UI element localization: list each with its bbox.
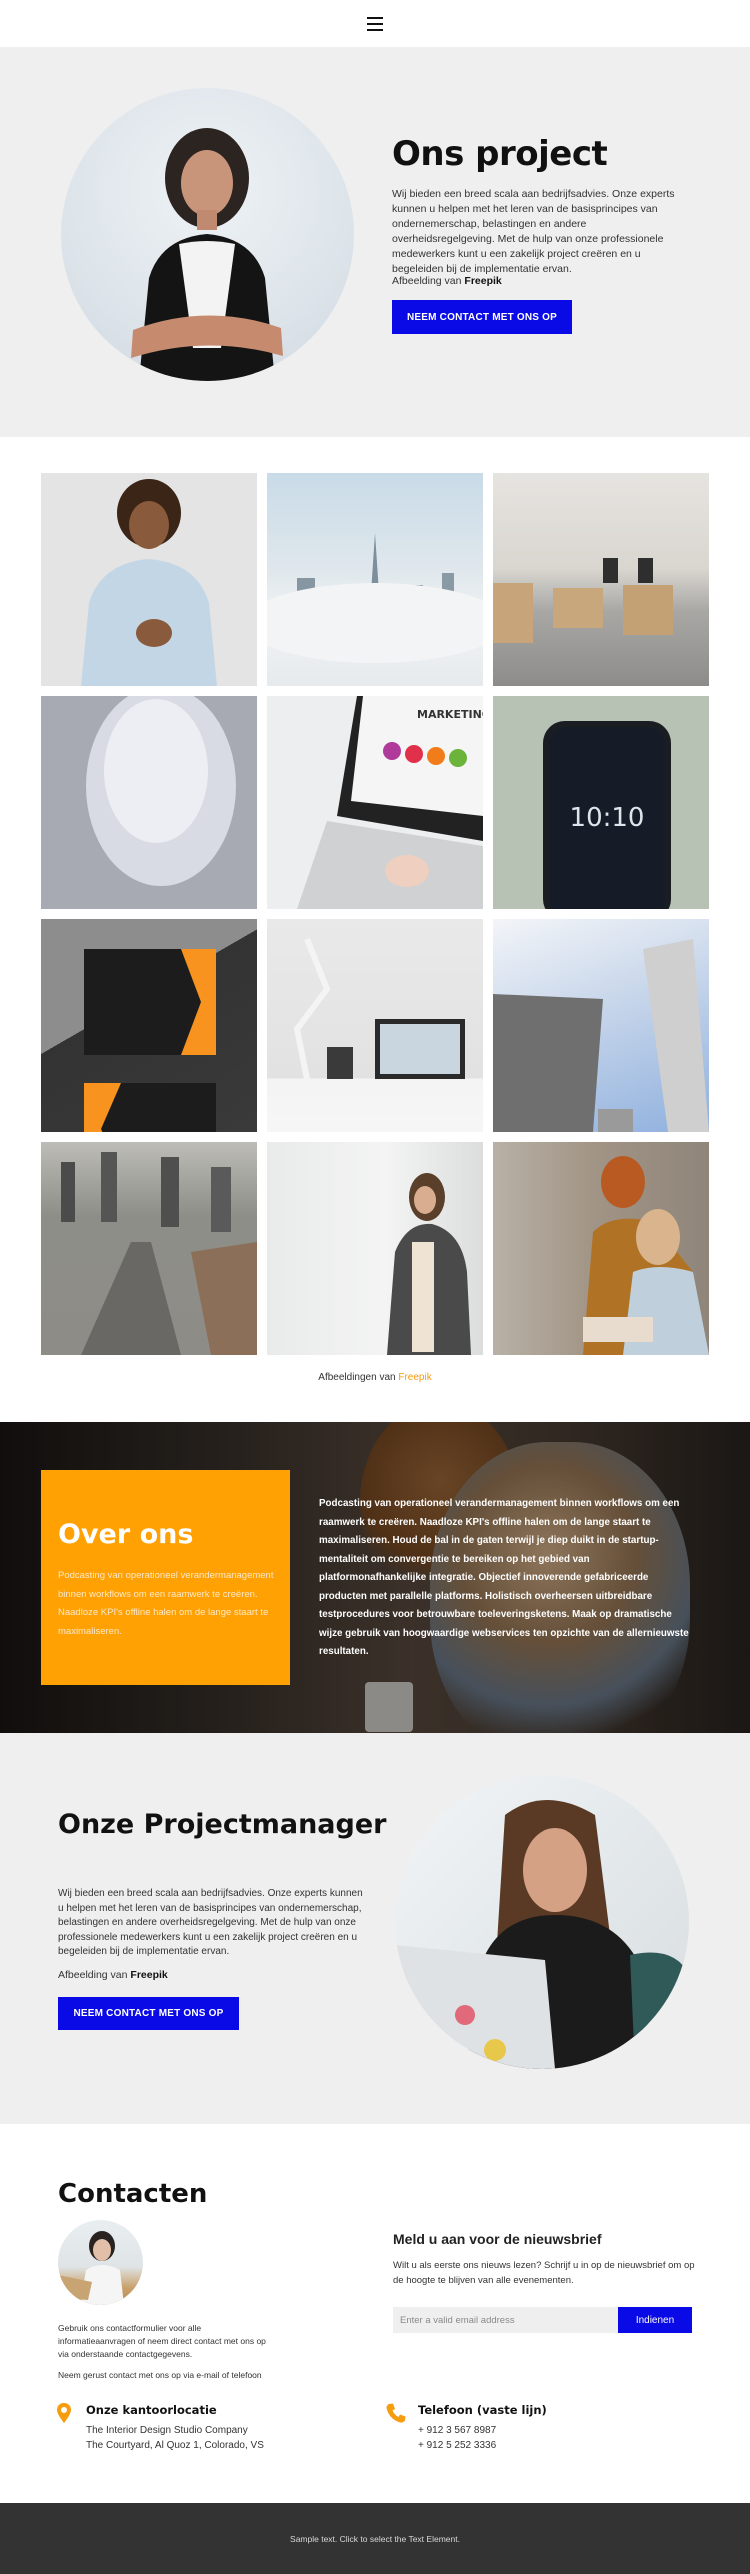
gallery-section: MARKETING 10:10 bbox=[0, 437, 750, 1422]
credit-prefix: Afbeeldingen van bbox=[318, 1372, 396, 1383]
office-address-line: The Courtyard, Al Quoz 1, Colorado, VS bbox=[86, 2440, 264, 2451]
highway-illustration bbox=[61, 1152, 257, 1355]
office-address-line: The Interior Design Studio Company bbox=[86, 2425, 248, 2436]
smiling-man-illustration bbox=[81, 479, 217, 686]
gallery-image-laptop-marketing[interactable]: MARKETING bbox=[267, 696, 483, 909]
hero-contact-button[interactable]: NEEM CONTACT MET ONS OP bbox=[392, 300, 572, 334]
contacts-section: Contacten Gebruik ons contactformulier v… bbox=[0, 2124, 750, 2503]
site-header bbox=[0, 0, 750, 47]
manager-title: Onze Projectmanager bbox=[58, 1809, 387, 1840]
credit-link[interactable]: Freepik bbox=[130, 1969, 167, 1981]
gallery-image-business-cards[interactable] bbox=[41, 919, 257, 1132]
newsletter-description: Wilt u als eerste ons nieuws lezen? Schr… bbox=[393, 2260, 695, 2286]
gallery-image-smartphone[interactable]: 10:10 bbox=[493, 696, 709, 909]
contacts-note: Neem gerust contact met ons op via e-mai… bbox=[58, 2370, 262, 2380]
contact-avatar bbox=[58, 2220, 143, 2305]
staircase-illustration bbox=[86, 696, 236, 886]
newsletter-form: Indienen bbox=[393, 2307, 692, 2333]
hero-description: Wij bieden een breed scala aan bedrijfsa… bbox=[392, 188, 675, 275]
skyscrapers-illustration bbox=[493, 939, 709, 1132]
image-gallery-grid: MARKETING 10:10 bbox=[41, 473, 709, 1355]
about-card-text: Podcasting van operationeel verandermana… bbox=[58, 1570, 274, 1637]
phone-number[interactable]: + 912 3 567 8987 bbox=[418, 2425, 496, 2436]
smartphone-illustration: 10:10 bbox=[543, 721, 671, 909]
skyline-illustration bbox=[267, 533, 483, 663]
gallery-image-desk-lamp[interactable] bbox=[267, 919, 483, 1132]
phone-title: Telefoon (vaste lijn) bbox=[418, 2403, 547, 2417]
about-card: Over ons Podcasting van operationeel ver… bbox=[41, 1470, 290, 1685]
manager-portrait-image bbox=[395, 1775, 689, 2069]
contacts-description: Gebruik ons contactformulier voor alle i… bbox=[58, 2323, 266, 2359]
footer-text[interactable]: Sample text. Click to select the Text El… bbox=[290, 2534, 460, 2544]
office-illustration bbox=[493, 558, 673, 643]
site-footer: Sample text. Click to select the Text El… bbox=[0, 2503, 750, 2574]
background-mug-image bbox=[365, 1682, 413, 1732]
hero-portrait-image bbox=[61, 88, 354, 381]
gallery-image-city-highway[interactable] bbox=[41, 1142, 257, 1355]
woman-glasses-illustration bbox=[58, 2231, 124, 2305]
laptop-illustration: MARKETING bbox=[297, 696, 483, 909]
credit-prefix: Afbeelding van bbox=[58, 1969, 128, 1981]
gallery-image-whiteboard[interactable] bbox=[267, 1142, 483, 1355]
desk-illustration bbox=[293, 937, 465, 1080]
map-pin-icon bbox=[57, 2403, 71, 2423]
gallery-image-spiral-staircase[interactable] bbox=[41, 696, 257, 909]
svg-text:MARKETING: MARKETING bbox=[417, 708, 483, 721]
manager-image-credit: Afbeelding van Freepik bbox=[58, 1969, 168, 1981]
gallery-image-office[interactable] bbox=[493, 473, 709, 686]
two-women-illustration bbox=[583, 1156, 709, 1355]
newsletter-submit-button[interactable]: Indienen bbox=[618, 2307, 692, 2333]
manager-description: Wij bieden een breed scala aan bedrijfsa… bbox=[58, 1888, 363, 1957]
hero-section: Ons project Wij bieden een breed scala a… bbox=[0, 47, 750, 437]
credit-link[interactable]: Freepik bbox=[464, 275, 501, 287]
hero-title: Ons project bbox=[392, 134, 608, 174]
gallery-image-credit: Afbeeldingen van Freepik bbox=[0, 1372, 750, 1383]
woman-laptop-illustration bbox=[395, 1800, 689, 2069]
business-cards-illustration bbox=[84, 949, 216, 1132]
about-description: Podcasting van operationeel verandermana… bbox=[319, 1498, 689, 1657]
contacts-title: Contacten bbox=[58, 2179, 208, 2209]
gallery-image-two-women[interactable] bbox=[493, 1142, 709, 1355]
email-input[interactable] bbox=[393, 2307, 618, 2333]
gallery-image-skyscrapers[interactable] bbox=[493, 919, 709, 1132]
credit-prefix: Afbeelding van bbox=[392, 275, 462, 287]
newsletter-title: Meld u aan voor de nieuwsbrief bbox=[393, 2231, 602, 2247]
about-section: Over ons Podcasting van operationeel ver… bbox=[0, 1422, 750, 1733]
phone-number[interactable]: + 912 5 252 3336 bbox=[418, 2440, 496, 2451]
phone-icon bbox=[386, 2403, 406, 2423]
gallery-image-city-clouds[interactable] bbox=[267, 473, 483, 686]
whiteboard-illustration bbox=[387, 1173, 471, 1355]
svg-text:10:10: 10:10 bbox=[570, 803, 645, 833]
gallery-image-smiling-man[interactable] bbox=[41, 473, 257, 686]
credit-link[interactable]: Freepik bbox=[398, 1372, 431, 1383]
hamburger-menu-icon[interactable] bbox=[367, 16, 383, 31]
about-title: Over ons bbox=[58, 1519, 194, 1550]
woman-portrait-illustration bbox=[131, 128, 283, 381]
hero-image-credit: Afbeelding van Freepik bbox=[392, 275, 502, 287]
office-title: Onze kantoorlocatie bbox=[86, 2403, 217, 2417]
manager-contact-button[interactable]: NEEM CONTACT MET ONS OP bbox=[58, 1997, 239, 2030]
project-manager-section: Onze Projectmanager Wij bieden een breed… bbox=[0, 1733, 750, 2124]
